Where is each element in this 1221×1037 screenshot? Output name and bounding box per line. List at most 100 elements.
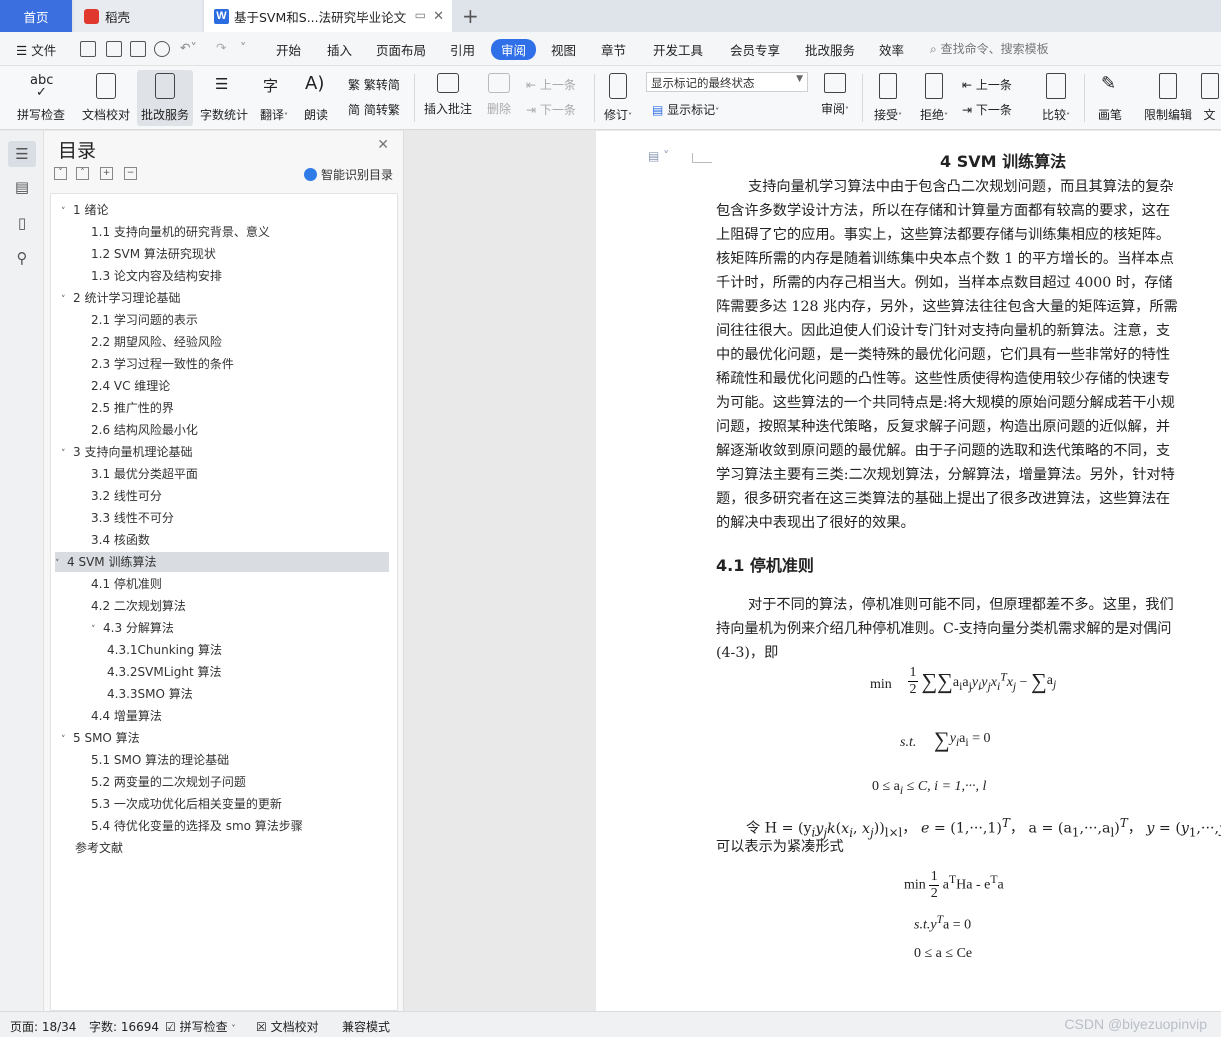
menu-revise-service[interactable]: 批改服务	[805, 40, 855, 59]
file-menu[interactable]: ☰ 文件	[16, 40, 56, 59]
toc-item[interactable]: 2.3 学习过程一致性的条件	[91, 354, 234, 374]
new-tab-icon[interactable]: +	[462, 4, 479, 28]
menu-review[interactable]: 审阅	[491, 39, 537, 60]
print-preview-icon[interactable]	[154, 41, 170, 57]
next-change-button[interactable]: ⇥ 下一条	[962, 101, 1012, 118]
review-pane-button[interactable]: 审阅˅	[815, 70, 855, 126]
toc-item[interactable]: ˅ 1 绪论	[61, 200, 108, 220]
remove-heading-icon[interactable]: −	[124, 167, 137, 180]
spell-check-button[interactable]: abc ✓ 拼写检查	[8, 70, 74, 126]
toc-item[interactable]: ˅ 2 统计学习理论基础	[61, 288, 180, 308]
doc-proof-button[interactable]: 文档校对	[78, 70, 134, 126]
accept-button[interactable]: 接受˅	[868, 70, 908, 126]
menu-dev-tools[interactable]: 开发工具	[653, 40, 703, 59]
insert-comment-button[interactable]: 插入批注	[420, 70, 476, 126]
toc-item[interactable]: 4.3.1Chunking 算法	[107, 640, 222, 660]
document-page[interactable]: ▤ ˅ 4 SVM 训练算法 支持向量机学习算法中由于包含凸二次规划问题，而且其…	[596, 131, 1221, 1011]
revise-service-button[interactable]: 批改服务	[137, 70, 193, 126]
close-icon[interactable]: ✕	[377, 137, 389, 153]
chevron-down-icon[interactable]: ˅	[55, 554, 67, 574]
toc-item[interactable]: 2.1 学习问题的表示	[91, 310, 198, 330]
toc-item[interactable]: 参考文献	[75, 838, 123, 858]
toc-item[interactable]: 2.4 VC 维理论	[91, 376, 170, 396]
chevron-down-icon[interactable]: ˅	[61, 444, 73, 464]
delete-comment-button[interactable]: 删除	[480, 70, 518, 126]
menu-chapter[interactable]: 章节	[601, 40, 626, 59]
toc-item[interactable]: 5.4 待优化变量的选择及 smo 算法步骤	[91, 816, 303, 836]
spell-check-status[interactable]: ☑ 拼写检查 ˅	[165, 1018, 235, 1035]
doc-proof-status[interactable]: ☒ 文档校对	[256, 1018, 319, 1035]
pin-icon[interactable]: ▭	[415, 8, 426, 22]
toc-item[interactable]: 4.2 二次规划算法	[91, 596, 186, 616]
read-aloud-button[interactable]: A) 朗读	[300, 70, 332, 126]
toc-item[interactable]: 3.4 核函数	[91, 530, 150, 550]
search-icon[interactable]: ⚲	[12, 248, 32, 268]
chevron-down-icon[interactable]: ˅	[61, 730, 73, 750]
restrict-editing-button[interactable]: 限制编辑	[1140, 70, 1196, 126]
close-tab-icon[interactable]: ✕	[433, 9, 444, 24]
toc-item[interactable]: 1.2 SVM 算法研究现状	[91, 244, 216, 264]
bookmark-icon[interactable]: ▯	[12, 213, 32, 233]
toc-item[interactable]: 2.5 推广性的界	[91, 398, 174, 418]
menu-references[interactable]: 引用	[450, 40, 475, 59]
traditional-to-simplified-button[interactable]: 繁 繁转简	[348, 76, 400, 93]
word-count[interactable]: 字数: 16694	[89, 1018, 159, 1035]
prev-change-button[interactable]: ⇤ 上一条	[962, 76, 1012, 93]
chapter-nav-icon[interactable]: ▤	[12, 177, 32, 197]
toc-item[interactable]: 2.6 结构风险最小化	[91, 420, 198, 440]
save-icon[interactable]	[80, 41, 96, 57]
compare-button[interactable]: 比较˅	[1036, 70, 1076, 126]
tab-home[interactable]: 首页	[0, 0, 72, 32]
markup-state-select[interactable]: 显示标记的最终状态 ▼	[646, 72, 808, 92]
show-markup-button[interactable]: ▤ 显示标记˅	[652, 101, 719, 118]
toc-item[interactable]: 4.4 增量算法	[91, 706, 162, 726]
simplified-to-traditional-button[interactable]: 简 简转繁	[348, 101, 400, 118]
toc-item[interactable]: 1.3 论文内容及结构安排	[91, 266, 222, 286]
undo-icon[interactable]: ↶˅	[180, 40, 197, 55]
toc-item[interactable]: 5.2 两变量的二次规划子问题	[91, 772, 246, 792]
menu-start[interactable]: 开始	[276, 40, 301, 59]
smart-toc-button[interactable]: 智能识别目录	[303, 166, 393, 183]
page-menu-icon[interactable]: ▤ ˅	[648, 149, 669, 163]
toc-item[interactable]: 3.2 线性可分	[91, 486, 162, 506]
track-changes-button[interactable]: 修订˅	[600, 70, 636, 126]
menu-efficiency[interactable]: 效率	[879, 40, 904, 59]
toc-item[interactable]: 4.1 停机准则	[91, 574, 162, 594]
toc-item[interactable]: 3.3 线性不可分	[91, 508, 174, 528]
add-heading-icon[interactable]: +	[100, 167, 113, 180]
toc-icon[interactable]: ☰	[8, 141, 36, 167]
toc-item[interactable]: 4.3.3SMO 算法	[107, 684, 193, 704]
reject-button[interactable]: 拒绝˅	[914, 70, 954, 126]
chevron-down-icon[interactable]: ˅	[61, 202, 73, 222]
prev-comment-button[interactable]: ⇤ 上一条	[526, 76, 576, 93]
tab-document[interactable]: W 基于SVM和S...法研究毕业论文 ▭ ✕	[204, 0, 452, 32]
toc-item[interactable]: ˅ 4.3 分解算法	[91, 618, 174, 638]
menu-page-layout[interactable]: 页面布局	[376, 40, 426, 59]
export-pdf-icon[interactable]	[106, 41, 122, 57]
collapse-all-icon[interactable]: ˄	[76, 167, 89, 180]
page-indicator[interactable]: 页面: 18/34	[10, 1018, 76, 1035]
menu-member[interactable]: 会员专享	[730, 40, 780, 59]
toc-item[interactable]: 4.3.2SVMLight 算法	[107, 662, 221, 682]
pen-button[interactable]: ✎ 画笔	[1092, 70, 1128, 126]
expand-all-icon[interactable]: ˅	[54, 167, 67, 180]
chevron-down-icon[interactable]: ˅	[91, 620, 103, 640]
word-count-button[interactable]: ☰ 字数统计	[198, 70, 250, 126]
toc-item[interactable]: 3.1 最优分类超平面	[91, 464, 198, 484]
more-quick-icon[interactable]: ˅	[240, 40, 246, 55]
toc-item[interactable]: 5.3 一次成功优化后相关变量的更新	[91, 794, 282, 814]
toc-item[interactable]: 5.1 SMO 算法的理论基础	[91, 750, 229, 770]
command-search[interactable]: ⌕ 查找命令、搜索模板	[930, 40, 1049, 57]
toc-item[interactable]: ˅ 5 SMO 算法	[61, 728, 140, 748]
toc-item[interactable]: ˅ 3 支持向量机理论基础	[61, 442, 192, 462]
tab-wps-docer[interactable]: 稻壳	[74, 0, 202, 32]
chevron-down-icon[interactable]: ˅	[61, 290, 73, 310]
translate-button[interactable]: 字 翻译˅	[256, 70, 292, 126]
more-ribbon-button[interactable]: 文	[1198, 70, 1221, 126]
toc-item[interactable]: ˅ 4 SVM 训练算法	[55, 552, 389, 572]
toc-item[interactable]: 1.1 支持向量机的研究背景、意义	[91, 222, 270, 242]
print-icon[interactable]	[130, 41, 146, 57]
toc-item[interactable]: 2.2 期望风险、经验风险	[91, 332, 222, 352]
menu-view[interactable]: 视图	[551, 40, 576, 59]
next-comment-button[interactable]: ⇥ 下一条	[526, 101, 576, 118]
